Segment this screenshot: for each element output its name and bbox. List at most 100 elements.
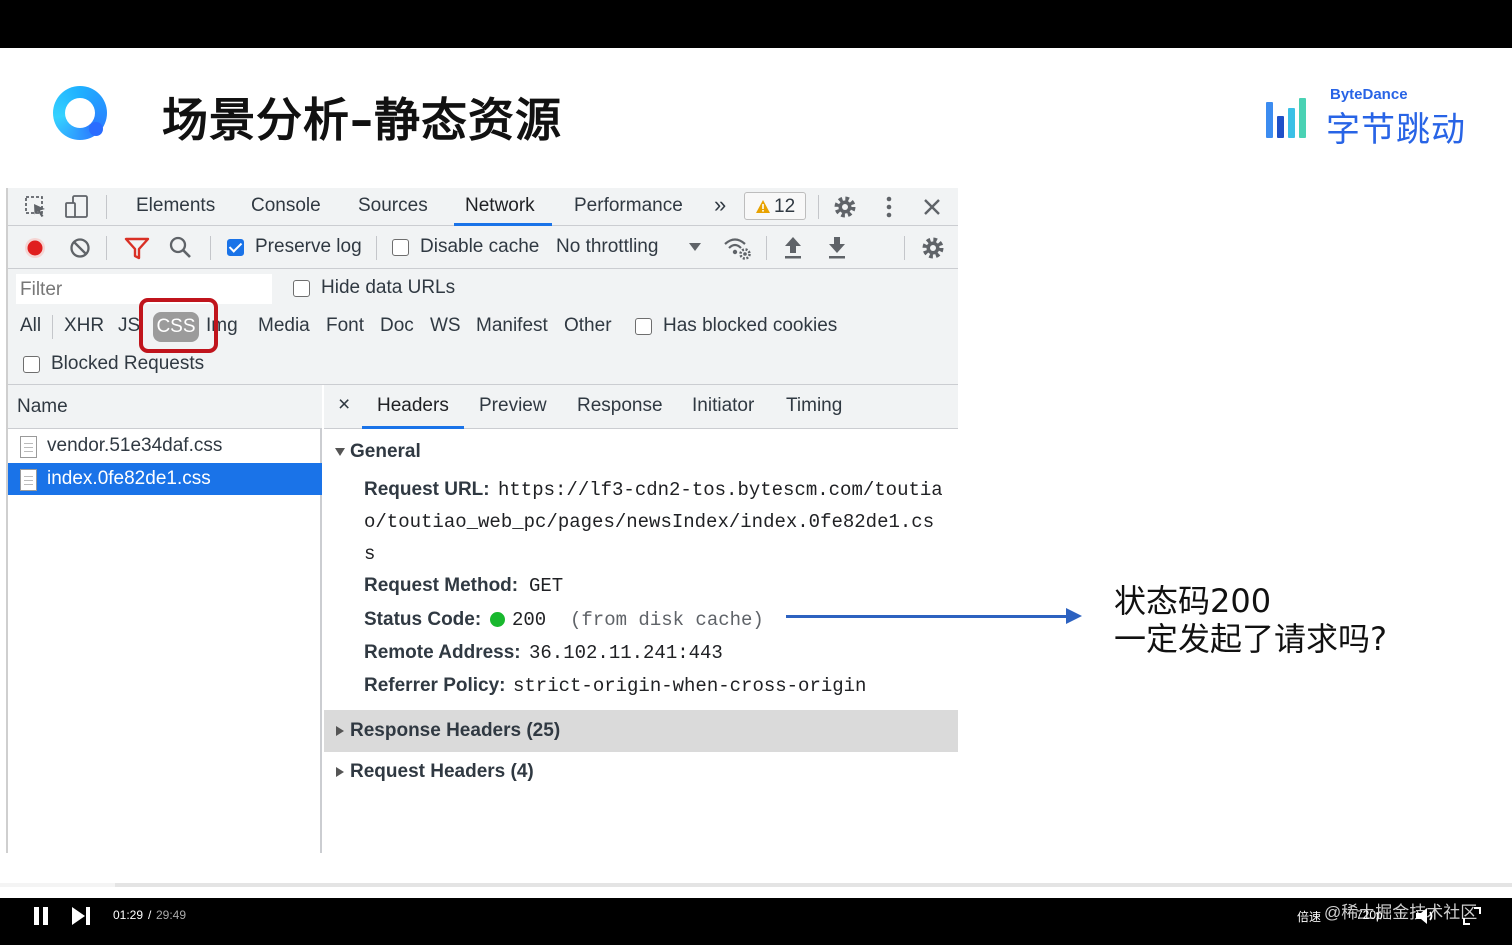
time-separator: / [148, 908, 152, 922]
tab-headers[interactable]: Headers [377, 395, 449, 417]
filter-input[interactable]: Filter [20, 279, 62, 301]
response-headers-section[interactable]: Response Headers (25) [324, 710, 958, 752]
video-top-letterbox [0, 0, 1512, 48]
network-toolbar: Preserve log Disable cache No throttling [8, 226, 958, 269]
filter-type-media[interactable]: Media [258, 315, 310, 337]
filter-type-manifest[interactable]: Manifest [476, 315, 548, 337]
collapse-triangle-icon [336, 726, 344, 736]
export-har-icon[interactable] [826, 235, 848, 261]
tab-initiator[interactable]: Initiator [692, 395, 754, 417]
request-url-label: Request URL: [364, 479, 490, 500]
remote-address-label: Remote Address: [364, 642, 521, 663]
tab-preview[interactable]: Preview [479, 395, 547, 417]
divider [904, 236, 905, 260]
request-row-selected[interactable]: index.0fe82de1.css [8, 463, 322, 495]
video-progress-bar[interactable] [0, 883, 1512, 887]
annotation-arrow [786, 615, 1068, 618]
annotation-arrow-head [1066, 608, 1082, 624]
more-options-icon[interactable] [884, 195, 894, 219]
divider [210, 236, 211, 260]
tab-network[interactable]: Network [465, 195, 535, 217]
quality-button[interactable]: 720p [1356, 908, 1383, 922]
network-settings-gear-icon[interactable] [920, 235, 946, 261]
duration: 29:49 [156, 908, 187, 922]
settings-gear-icon[interactable] [832, 194, 858, 220]
warning-count: 12 [774, 196, 796, 217]
clear-icon[interactable] [68, 236, 92, 260]
remote-address-value: 36.102.11.241:443 [529, 642, 723, 664]
close-devtools-icon[interactable] [922, 197, 942, 217]
general-section-title[interactable]: General [350, 441, 421, 463]
expand-triangle-icon[interactable] [335, 448, 345, 456]
filter-type-ws[interactable]: WS [430, 315, 461, 337]
has-blocked-cookies-label: Has blocked cookies [663, 315, 838, 336]
referrer-policy-label: Referrer Policy: [364, 675, 506, 696]
network-conditions-icon[interactable] [722, 235, 752, 261]
request-list: Name vendor.51e34daf.css index.0fe82de1.… [8, 385, 322, 853]
tab-response[interactable]: Response [577, 395, 663, 417]
next-icon[interactable] [70, 906, 92, 926]
bytedance-logo-icon [1266, 96, 1316, 138]
hide-data-urls-checkbox[interactable] [293, 280, 310, 297]
filter-type-js[interactable]: JS [118, 315, 140, 337]
course-logo-dot [89, 122, 103, 136]
name-column-header[interactable]: Name [8, 385, 322, 429]
request-url-value: https://lf3-cdn2-tos.bytescm.com/toutia [498, 479, 943, 501]
status-ok-icon [490, 612, 505, 627]
device-toolbar-icon[interactable] [64, 194, 90, 220]
filter-type-doc[interactable]: Doc [380, 315, 414, 337]
filter-type-all[interactable]: All [20, 315, 41, 337]
tab-sources[interactable]: Sources [358, 195, 428, 217]
tab-elements[interactable]: Elements [136, 195, 215, 217]
name-column-label: Name [17, 396, 68, 417]
video-player-controls: 01:29 / 29:49 倍速 @稀土掘金技术社区 720p [0, 898, 1512, 945]
request-name: index.0fe82de1.css [47, 468, 211, 489]
pause-icon[interactable] [33, 906, 49, 926]
more-tabs-button[interactable]: » [714, 192, 726, 218]
record-icon[interactable] [23, 236, 47, 260]
request-headers-section[interactable]: Request Headers (4) [324, 751, 958, 793]
status-note: (from disk cache) [570, 609, 764, 631]
tab-console[interactable]: Console [251, 195, 321, 217]
request-headers-title: Request Headers (4) [350, 761, 534, 782]
preserve-log-checkbox[interactable] [227, 239, 244, 256]
warnings-badge[interactable]: 12 [744, 192, 806, 220]
divider [106, 195, 107, 219]
devtools-panel: Elements Console Sources Network Perform… [6, 188, 958, 853]
request-method-label: Request Method: [364, 575, 519, 596]
video-progress-fill [0, 883, 115, 887]
request-method-value: GET [529, 575, 564, 597]
current-time: 01:29 [113, 908, 144, 922]
has-blocked-cookies-checkbox[interactable] [635, 318, 652, 335]
tab-performance[interactable]: Performance [574, 195, 683, 217]
request-row[interactable]: vendor.51e34daf.css [8, 430, 322, 462]
annotation-line-2: 一定发起了请求吗? [1114, 620, 1387, 658]
filter-type-other[interactable]: Other [564, 315, 612, 337]
divider [52, 315, 53, 339]
blocked-requests-checkbox[interactable] [23, 356, 40, 373]
tab-timing[interactable]: Timing [786, 395, 842, 417]
close-details-button[interactable]: × [338, 393, 350, 417]
volume-icon[interactable] [1414, 906, 1438, 926]
divider [106, 236, 107, 260]
fullscreen-icon[interactable] [1462, 906, 1482, 926]
brand-name-cn: 字节跳动 [1326, 110, 1466, 150]
filter-type-xhr[interactable]: XHR [64, 315, 104, 337]
import-har-icon[interactable] [782, 235, 804, 261]
slide-title: 场景分析–静态资源 [162, 93, 562, 147]
response-headers-title: Response Headers (25) [350, 720, 561, 741]
filter-type-font[interactable]: Font [326, 315, 364, 337]
throttling-select[interactable]: No throttling [556, 236, 658, 258]
inspect-element-icon[interactable] [24, 195, 48, 219]
disable-cache-checkbox[interactable] [392, 239, 409, 256]
chevron-down-icon[interactable] [688, 242, 702, 252]
request-details: × Headers Preview Response Initiator Tim… [324, 385, 958, 853]
divider [376, 236, 377, 260]
filter-funnel-icon[interactable] [124, 236, 150, 260]
preserve-log-label: Preserve log [255, 236, 362, 257]
search-icon[interactable] [168, 235, 194, 261]
brand-name-en: ByteDance [1330, 86, 1408, 103]
presentation-slide: 场景分析–静态资源 ByteDance 字节跳动 Elements Consol… [0, 48, 1512, 898]
file-icon [20, 436, 37, 458]
playback-speed-button[interactable]: 倍速 [1297, 908, 1321, 925]
